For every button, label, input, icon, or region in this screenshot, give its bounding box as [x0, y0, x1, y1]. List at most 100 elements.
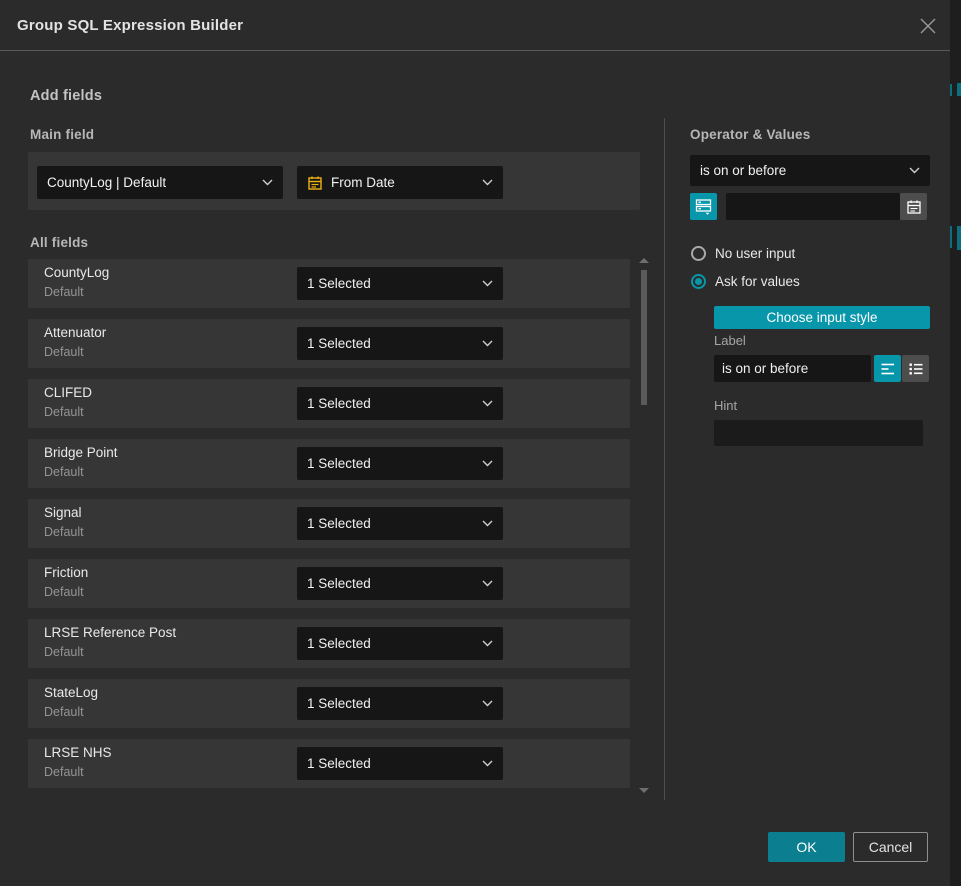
main-field-panel: CountyLog | Default From Date: [28, 152, 640, 210]
dialog-title: Group SQL Expression Builder: [17, 17, 243, 34]
calendar-icon: [307, 175, 323, 191]
field-row: Bridge Point Default 1 Selected: [28, 439, 630, 488]
date-picker-button[interactable]: [900, 193, 927, 220]
field-selection-dropdown[interactable]: 1 Selected: [297, 327, 503, 360]
field-selection-dropdown[interactable]: 1 Selected: [297, 507, 503, 540]
field-subtitle: Default: [44, 705, 84, 719]
dialog-header: Group SQL Expression Builder: [0, 0, 950, 51]
field-name: CountyLog: [44, 265, 109, 280]
no-user-input-radio[interactable]: No user input: [691, 246, 795, 261]
chevron-down-icon: [482, 460, 493, 467]
background-fragment: [950, 226, 952, 248]
dropdown-value: 1 Selected: [307, 456, 371, 471]
dropdown-value: 1 Selected: [307, 276, 371, 291]
cancel-button[interactable]: Cancel: [853, 832, 928, 862]
hint-label: Hint: [714, 398, 737, 413]
value-input[interactable]: [726, 193, 900, 220]
field-row: Friction Default 1 Selected: [28, 559, 630, 608]
chevron-down-icon: [482, 760, 493, 767]
radio-label: No user input: [715, 246, 795, 261]
field-selection-dropdown[interactable]: 1 Selected: [297, 567, 503, 600]
dropdown-value: 1 Selected: [307, 576, 371, 591]
layer-dropdown-value: CountyLog | Default: [47, 175, 166, 190]
field-name: Bridge Point: [44, 445, 118, 460]
all-fields-label: All fields: [30, 235, 88, 250]
chevron-down-icon: [482, 520, 493, 527]
operator-dropdown[interactable]: is on or before: [690, 155, 930, 186]
operator-values-label: Operator & Values: [690, 127, 810, 142]
align-left-style-button[interactable]: [874, 355, 901, 382]
field-name: CLIFED: [44, 385, 92, 400]
field-name: Signal: [44, 505, 82, 520]
field-subtitle: Default: [44, 765, 84, 779]
background-fragment: [957, 226, 961, 250]
align-left-icon: [880, 361, 896, 377]
background-fragment: [957, 83, 961, 96]
chevron-down-icon: [482, 640, 493, 647]
field-name: StateLog: [44, 685, 98, 700]
group-sql-expression-builder-dialog: { "dialog": { "title": "Group SQL Expres…: [0, 0, 961, 886]
field-selection-dropdown[interactable]: 1 Selected: [297, 747, 503, 780]
ask-for-values-radio[interactable]: Ask for values: [691, 274, 800, 289]
field-subtitle: Default: [44, 465, 84, 479]
main-field-label: Main field: [30, 127, 94, 142]
field-selection-dropdown[interactable]: 1 Selected: [297, 627, 503, 660]
label-label: Label: [714, 333, 746, 348]
chevron-down-icon: [482, 179, 493, 186]
layer-dropdown[interactable]: CountyLog | Default: [37, 166, 283, 199]
field-row: CountyLog Default 1 Selected: [28, 259, 630, 308]
chevron-down-icon: [482, 400, 493, 407]
close-icon: [919, 17, 937, 35]
field-subtitle: Default: [44, 345, 84, 359]
dropdown-value: 1 Selected: [307, 516, 371, 531]
field-subtitle: Default: [44, 645, 84, 659]
field-row: Attenuator Default 1 Selected: [28, 319, 630, 368]
chevron-down-icon: [482, 580, 493, 587]
chevron-down-icon: [482, 280, 493, 287]
chevron-down-icon: [482, 340, 493, 347]
scroll-down-arrow[interactable]: [639, 788, 649, 793]
hint-input[interactable]: [714, 420, 923, 446]
dropdown-value: 1 Selected: [307, 336, 371, 351]
field-selection-dropdown[interactable]: 1 Selected: [297, 267, 503, 300]
panel-divider: [664, 118, 665, 800]
close-button[interactable]: [916, 14, 940, 38]
label-input[interactable]: [714, 355, 871, 382]
input-type-button[interactable]: [690, 193, 717, 220]
field-row: CLIFED Default 1 Selected: [28, 379, 630, 428]
operator-dropdown-value: is on or before: [700, 163, 786, 178]
main-field-dropdown[interactable]: From Date: [297, 166, 503, 199]
field-row: LRSE Reference Post Default 1 Selected: [28, 619, 630, 668]
radio-circle: [691, 246, 706, 261]
background-app-strip: [950, 0, 961, 886]
dropdown-value: 1 Selected: [307, 636, 371, 651]
bullet-list-icon: [908, 361, 924, 377]
field-name: Friction: [44, 565, 88, 580]
main-field-dropdown-value: From Date: [331, 175, 395, 190]
ok-button[interactable]: OK: [768, 832, 845, 862]
background-fragment: [950, 84, 952, 96]
radio-circle-selected: [691, 274, 706, 289]
add-fields-heading: Add fields: [30, 88, 102, 104]
field-name: LRSE Reference Post: [44, 625, 176, 640]
scroll-up-arrow[interactable]: [639, 258, 649, 263]
field-selection-dropdown[interactable]: 1 Selected: [297, 687, 503, 720]
calendar-icon: [906, 199, 922, 215]
dropdown-value: 1 Selected: [307, 696, 371, 711]
field-subtitle: Default: [44, 585, 84, 599]
dropdown-value: 1 Selected: [307, 396, 371, 411]
dropdown-value: 1 Selected: [307, 756, 371, 771]
chevron-down-icon: [909, 167, 920, 174]
field-row: LRSE NHS Default 1 Selected: [28, 739, 630, 788]
list-style-button[interactable]: [902, 355, 929, 382]
scrollbar-thumb[interactable]: [641, 270, 647, 405]
choose-input-style-button[interactable]: Choose input style: [714, 306, 930, 329]
field-selection-dropdown[interactable]: 1 Selected: [297, 387, 503, 420]
field-row: Signal Default 1 Selected: [28, 499, 630, 548]
chevron-down-icon: [262, 179, 273, 186]
field-list: CountyLog Default 1 Selected Attenuator …: [28, 259, 630, 799]
field-subtitle: Default: [44, 405, 84, 419]
field-selection-dropdown[interactable]: 1 Selected: [297, 447, 503, 480]
radio-label: Ask for values: [715, 274, 800, 289]
field-subtitle: Default: [44, 525, 84, 539]
